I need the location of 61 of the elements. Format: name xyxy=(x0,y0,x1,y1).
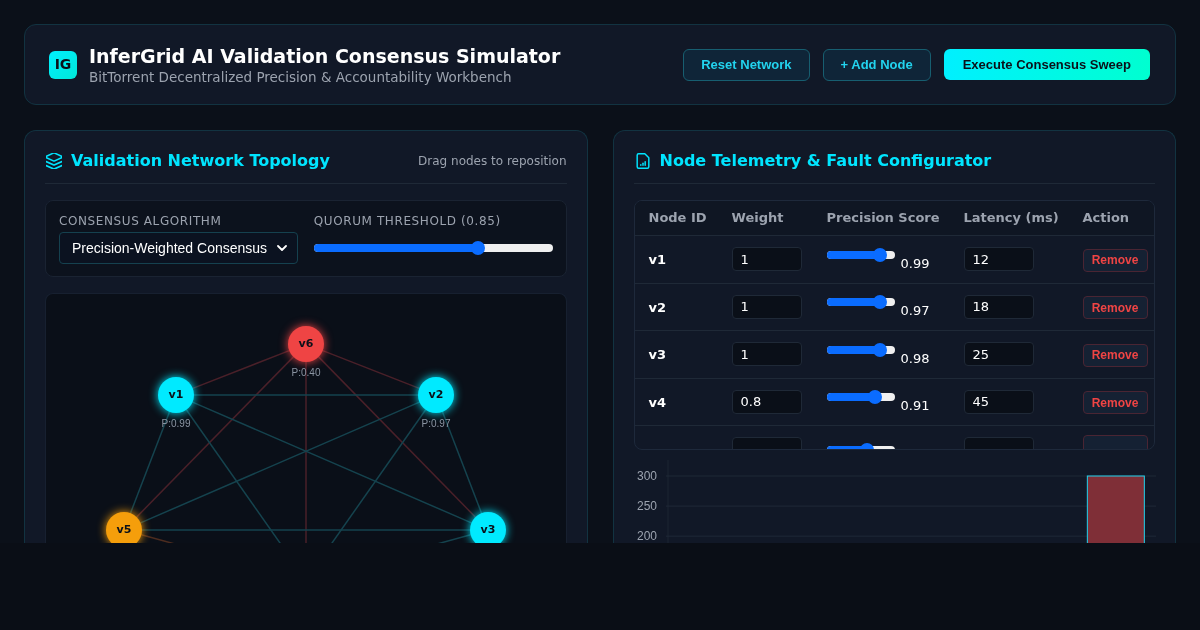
column-header: Weight xyxy=(730,209,785,228)
weight-field[interactable]: 0.8 xyxy=(731,389,802,414)
app-title: InferGrid AI Validation Consensus Simulator xyxy=(89,43,561,68)
graph-node[interactable]: v2 xyxy=(418,377,454,413)
weight-field[interactable]: 1 xyxy=(731,294,802,319)
reset-button[interactable]: Reset Network xyxy=(683,48,810,81)
file-chart-icon xyxy=(635,153,650,169)
precision-value: 0.97 xyxy=(900,303,930,320)
latency-field[interactable]: 12 xyxy=(963,247,1034,272)
remove-button[interactable]: Remove xyxy=(1082,248,1148,272)
chevron-down-icon xyxy=(276,245,287,251)
precision-value: 0.98 xyxy=(900,350,930,367)
axis-tick-label: 300 xyxy=(636,469,657,483)
precision-slider[interactable] xyxy=(826,390,895,405)
field-label: QUORUM THRESHOLD (0.85) xyxy=(313,213,502,229)
latency-field[interactable]: 45 xyxy=(963,389,1034,414)
column-header: Precision Score xyxy=(825,209,941,228)
precision-label: P:0.99 xyxy=(161,417,191,431)
precision-label: P:0.97 xyxy=(421,417,451,431)
graph-node[interactable]: v5 xyxy=(106,512,142,543)
slider-thumb[interactable] xyxy=(872,342,887,357)
precision-slider[interactable] xyxy=(826,342,895,357)
field-label: CONSENSUS ALGORITHM xyxy=(59,213,223,229)
graph-node[interactable]: v1 xyxy=(158,377,194,413)
weight-field[interactable]: 1 xyxy=(731,247,802,272)
slider-thumb[interactable] xyxy=(471,241,486,255)
precision-label: P:0.40 xyxy=(291,366,321,380)
node-id: v4 xyxy=(648,394,667,410)
algorithm-select[interactable]: Precision-Weighted Consensus xyxy=(59,232,298,264)
slider-thumb[interactable] xyxy=(868,390,883,405)
axis-tick-label: 250 xyxy=(636,499,657,514)
app-subtitle: BitTorrent Decentralized Precision & Accountability Workbench xyxy=(89,67,513,86)
node-id: v2 xyxy=(648,299,667,315)
graph-node[interactable]: v3 xyxy=(470,512,506,543)
weight-field[interactable]: 1 xyxy=(731,342,802,367)
column-header: Action xyxy=(1081,209,1131,228)
precision-slider[interactable] xyxy=(826,295,895,310)
column-header: Latency (ms) xyxy=(962,209,1060,228)
panel-title: Validation Network Topology xyxy=(71,151,330,171)
node-id: v3 xyxy=(648,347,667,363)
quorum-slider[interactable] xyxy=(313,241,553,255)
remove-button[interactable]: Remove xyxy=(1082,343,1148,367)
remove-button[interactable]: Remove xyxy=(1082,296,1148,319)
slider-thumb[interactable] xyxy=(872,295,887,310)
hint-text: Drag nodes to reposition xyxy=(418,153,567,170)
add-node-button[interactable]: + Add Node xyxy=(822,48,931,81)
column-header: Node ID xyxy=(647,209,708,228)
node-id: v1 xyxy=(648,252,667,268)
slider-thumb[interactable] xyxy=(872,247,887,262)
latency-field[interactable]: 25 xyxy=(963,342,1034,367)
latency-field[interactable]: 18 xyxy=(963,294,1034,319)
layers-icon xyxy=(46,153,62,169)
precision-value: 0.91 xyxy=(900,398,930,415)
logo-badge: IG xyxy=(49,50,77,79)
panel-title: Node Telemetry & Fault Configurator xyxy=(659,151,992,171)
precision-value: 0.99 xyxy=(900,255,930,272)
remove-button[interactable]: Remove xyxy=(1082,391,1148,414)
axis-tick-label: 200 xyxy=(636,529,657,543)
sweep-button[interactable]: Execute Consensus Sweep xyxy=(943,49,1150,80)
precision-slider[interactable] xyxy=(826,247,895,262)
graph-node[interactable]: v6 xyxy=(288,326,324,362)
